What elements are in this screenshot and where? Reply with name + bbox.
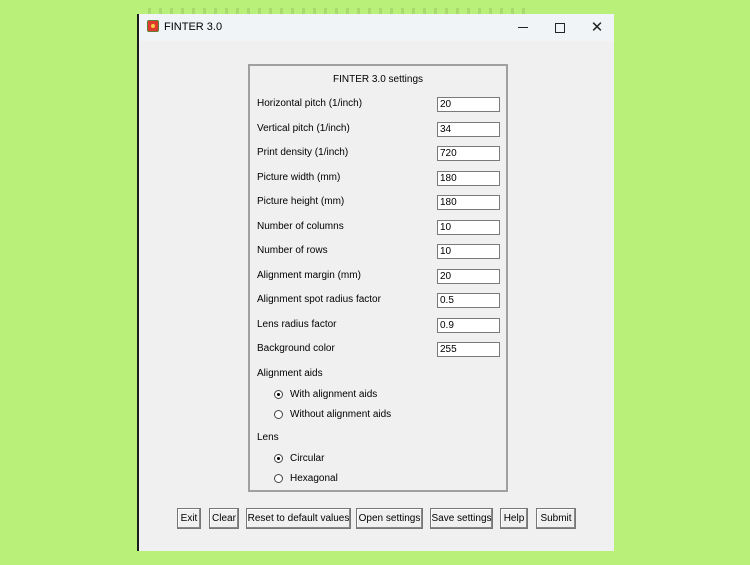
picture-width-input[interactable] — [437, 171, 500, 186]
circular-lens-radio[interactable]: Circular — [274, 453, 324, 464]
with-alignment-aids-radio[interactable]: With alignment aids — [274, 389, 377, 400]
settings-panel: FINTER 3.0 settings Horizontal pitch (1/… — [248, 64, 508, 492]
field-label-horizontal-pitch: Horizontal pitch (1/inch) — [257, 98, 363, 109]
print-density-input[interactable] — [437, 146, 500, 161]
radio-selected-icon — [274, 454, 283, 463]
app-icon — [147, 20, 159, 32]
submit-button[interactable]: Submit — [536, 508, 576, 529]
without-alignment-aids-radio[interactable]: Without alignment aids — [274, 409, 391, 420]
field-label-lens-radius: Lens radius factor — [257, 319, 337, 330]
field-label-rows: Number of rows — [257, 245, 328, 256]
radio-unselected-icon — [274, 410, 283, 419]
lens-label: Lens — [257, 432, 279, 443]
field-label-columns: Number of columns — [257, 221, 344, 232]
reset-defaults-button[interactable]: Reset to default values — [246, 508, 351, 529]
radio-label: Circular — [290, 453, 325, 464]
close-icon: ✕ — [590, 19, 604, 36]
background-color-input[interactable] — [437, 342, 500, 357]
minimize-button[interactable] — [505, 14, 541, 41]
maximize-button[interactable] — [542, 14, 578, 41]
rows-input[interactable] — [437, 244, 500, 259]
spot-radius-input[interactable] — [437, 293, 500, 308]
minimize-icon — [518, 27, 528, 28]
radio-label: With alignment aids — [290, 389, 378, 400]
maximize-icon — [555, 22, 565, 33]
hexagonal-lens-radio[interactable]: Hexagonal — [274, 473, 338, 484]
save-settings-button[interactable]: Save settings — [430, 508, 493, 529]
field-label-spot-radius: Alignment spot radius factor — [257, 294, 381, 305]
vertical-pitch-input[interactable] — [437, 122, 500, 137]
field-label-vertical-pitch: Vertical pitch (1/inch) — [257, 123, 350, 134]
app-window: FINTER 3.0 ✕ FINTER 3.0 settings Horizon… — [137, 14, 614, 551]
radio-label: Without alignment aids — [290, 409, 392, 420]
open-settings-button[interactable]: Open settings — [356, 508, 423, 529]
picture-height-input[interactable] — [437, 195, 500, 210]
radio-unselected-icon — [274, 474, 283, 483]
clear-button[interactable]: Clear — [209, 508, 239, 529]
field-label-background-color: Background color — [257, 343, 335, 354]
radio-label: Hexagonal — [290, 473, 338, 484]
alignment-aids-label: Alignment aids — [257, 368, 323, 379]
lens-radius-input[interactable] — [437, 318, 500, 333]
help-button[interactable]: Help — [500, 508, 528, 529]
field-label-picture-width: Picture width (mm) — [257, 172, 341, 183]
exit-button[interactable]: Exit — [177, 508, 201, 529]
radio-selected-icon — [274, 390, 283, 399]
alignment-margin-input[interactable] — [437, 269, 500, 284]
field-label-picture-height: Picture height (mm) — [257, 196, 345, 207]
window-title: FINTER 3.0 — [164, 21, 223, 33]
field-label-print-density: Print density (1/inch) — [257, 147, 349, 158]
settings-title: FINTER 3.0 settings — [332, 74, 424, 85]
field-label-alignment-margin: Alignment margin (mm) — [257, 270, 361, 281]
horizontal-pitch-input[interactable] — [437, 97, 500, 112]
close-button[interactable]: ✕ — [579, 14, 615, 41]
title-bar[interactable]: FINTER 3.0 ✕ — [139, 14, 614, 41]
columns-input[interactable] — [437, 220, 500, 235]
